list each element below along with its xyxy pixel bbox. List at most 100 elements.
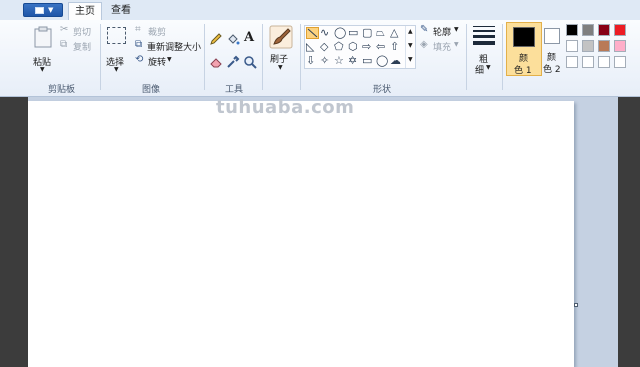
down-arrow-shape[interactable]: ⇩ xyxy=(306,55,315,66)
scissors-icon: ✂ xyxy=(60,24,69,35)
oval-shape[interactable]: ◯ xyxy=(334,27,346,38)
palette-color-swatch[interactable] xyxy=(614,56,626,68)
crop-label: 裁剪 xyxy=(148,28,167,38)
clipboard-icon xyxy=(34,26,52,48)
paint-menu-button[interactable]: ▼ xyxy=(23,3,63,17)
paste-button[interactable]: 粘贴 ▼ xyxy=(30,24,56,73)
copy-icon: ⧉ xyxy=(60,39,68,50)
color1-label-line2: 色 1 xyxy=(514,66,532,76)
callout-shape[interactable]: ▭ xyxy=(362,55,372,66)
pencil-outline-icon: ✎ xyxy=(420,24,429,35)
palette-color-swatch[interactable] xyxy=(598,24,610,36)
pencil-tool[interactable] xyxy=(209,32,223,46)
chevron-down-icon: ▼ xyxy=(48,6,54,14)
rotate-label: 旋转 xyxy=(148,58,167,68)
magnifier-tool[interactable] xyxy=(243,55,257,69)
workspace-border xyxy=(0,97,28,367)
palette-color-swatch[interactable] xyxy=(598,40,610,52)
fill-button[interactable]: ◈ 填充 ▼ xyxy=(420,39,464,53)
cloud-callout-shape[interactable]: ☁ xyxy=(390,55,401,66)
eraser-tool[interactable] xyxy=(209,55,223,69)
chevron-down-icon: ▼ xyxy=(114,66,119,73)
drawing-canvas[interactable] xyxy=(28,101,574,367)
gallery-expand-icon[interactable]: ▼ xyxy=(408,56,413,63)
cut-button[interactable]: ✂ 剪切 xyxy=(60,24,96,38)
canvas-resize-handle[interactable] xyxy=(574,303,578,307)
palette-color-swatch[interactable] xyxy=(614,24,626,36)
rotate-button[interactable]: ⟲ 旋转 ▼ xyxy=(135,54,175,68)
palette-color-swatch[interactable] xyxy=(582,24,594,36)
chevron-down-icon: ▼ xyxy=(278,64,283,71)
curve-shape[interactable]: ∿ xyxy=(320,27,329,38)
hexagon-shape[interactable]: ⬡ xyxy=(348,41,358,52)
line-width-icon xyxy=(473,26,495,45)
resize-label: 重新调整大小 xyxy=(147,43,202,53)
workspace-border xyxy=(618,97,640,367)
diamond-shape[interactable]: ◇ xyxy=(320,41,328,52)
chevron-down-icon: ▼ xyxy=(486,64,491,71)
divider xyxy=(466,24,467,90)
palette-color-swatch[interactable] xyxy=(598,56,610,68)
pentagon-shape[interactable]: ⬠ xyxy=(334,41,344,52)
palette-color-swatch[interactable] xyxy=(582,40,594,52)
four-point-star-shape[interactable]: ✧ xyxy=(320,55,329,66)
text-tool[interactable]: A xyxy=(243,30,257,45)
chevron-up-icon[interactable]: ▲ xyxy=(408,28,413,35)
magnifier-icon xyxy=(244,56,257,69)
ribbon-tab-bar: ▼ 主页 查看 xyxy=(0,0,640,21)
up-arrow-shape[interactable]: ⇧ xyxy=(390,41,399,52)
chevron-down-icon: ▼ xyxy=(40,66,45,73)
palette-color-swatch[interactable] xyxy=(614,40,626,52)
outline-button[interactable]: ✎ 轮廓 ▼ xyxy=(420,24,464,38)
left-arrow-shape[interactable]: ⇦ xyxy=(376,41,385,52)
chevron-down-icon: ▼ xyxy=(454,26,459,33)
right-triangle-shape[interactable]: ◺ xyxy=(306,41,314,52)
fill-label: 填充 xyxy=(433,43,452,53)
resize-button[interactable]: ⧉ 重新调整大小 xyxy=(135,39,202,53)
cut-label: 剪切 xyxy=(73,28,92,38)
palette-color-swatch[interactable] xyxy=(582,56,594,68)
size-label-line2: 细 xyxy=(475,66,485,76)
eyedropper-icon xyxy=(227,55,240,68)
outline-label: 轮廓 xyxy=(433,28,452,38)
right-arrow-shape[interactable]: ⇨ xyxy=(362,41,371,52)
palette-color-swatch[interactable] xyxy=(566,24,578,36)
tools-group-label: 工具 xyxy=(225,85,244,95)
resize-icon: ⧉ xyxy=(135,39,143,50)
size-button[interactable]: 粗 细 ▼ xyxy=(470,24,498,76)
shapes-gallery[interactable]: ∿ ◯ ▭ ▢ ⏢ △ ◺ ◇ ⬠ ⬡ ⇨ ⇦ ⇧ ⇩ ✧ ☆ ✡ ▭ ◯ ☁ … xyxy=(304,25,416,69)
rounded-rectangle-shape[interactable]: ▢ xyxy=(362,27,372,38)
eraser-icon xyxy=(210,58,222,68)
crop-button[interactable]: ⌗ 裁剪 xyxy=(135,24,171,38)
line-shape[interactable] xyxy=(306,27,319,39)
color2-label-line2: 色 2 xyxy=(543,65,561,75)
chevron-down-icon: ▼ xyxy=(454,41,459,48)
gallery-scrollbar[interactable]: ▲ ▼ ▼ xyxy=(405,26,416,68)
clipboard-group-label: 剪贴板 xyxy=(48,85,76,95)
tab-home[interactable]: 主页 xyxy=(68,2,102,20)
select-button[interactable]: 选择 ▼ xyxy=(104,24,130,73)
crop-icon: ⌗ xyxy=(135,24,141,35)
rotate-icon: ⟲ xyxy=(135,54,144,65)
divider xyxy=(100,24,101,90)
rectangle-shape[interactable]: ▭ xyxy=(348,27,358,38)
select-rectangle-icon xyxy=(107,27,126,44)
oval-callout-shape[interactable]: ◯ xyxy=(376,55,388,66)
fill-tool[interactable] xyxy=(226,32,240,46)
tab-view[interactable]: 查看 xyxy=(106,2,136,20)
chevron-down-icon[interactable]: ▼ xyxy=(408,42,413,49)
six-point-star-shape[interactable]: ✡ xyxy=(348,55,357,66)
triangle-shape[interactable]: △ xyxy=(390,27,398,38)
polygon-shape[interactable]: ⏢ xyxy=(376,27,385,38)
fill-bucket-icon: ◈ xyxy=(420,39,428,50)
color-picker-tool[interactable] xyxy=(226,55,240,69)
copy-label: 复制 xyxy=(73,43,92,53)
color1-button[interactable]: 颜 色 1 xyxy=(506,22,542,76)
palette-color-swatch[interactable] xyxy=(566,56,578,68)
shapes-group-label: 形状 xyxy=(373,85,392,95)
palette-color-swatch[interactable] xyxy=(566,40,578,52)
brushes-button[interactable]: 刷子 ▼ xyxy=(266,24,296,72)
line-icon xyxy=(307,28,318,38)
copy-button[interactable]: ⧉ 复制 xyxy=(60,39,96,53)
five-point-star-shape[interactable]: ☆ xyxy=(334,55,344,66)
